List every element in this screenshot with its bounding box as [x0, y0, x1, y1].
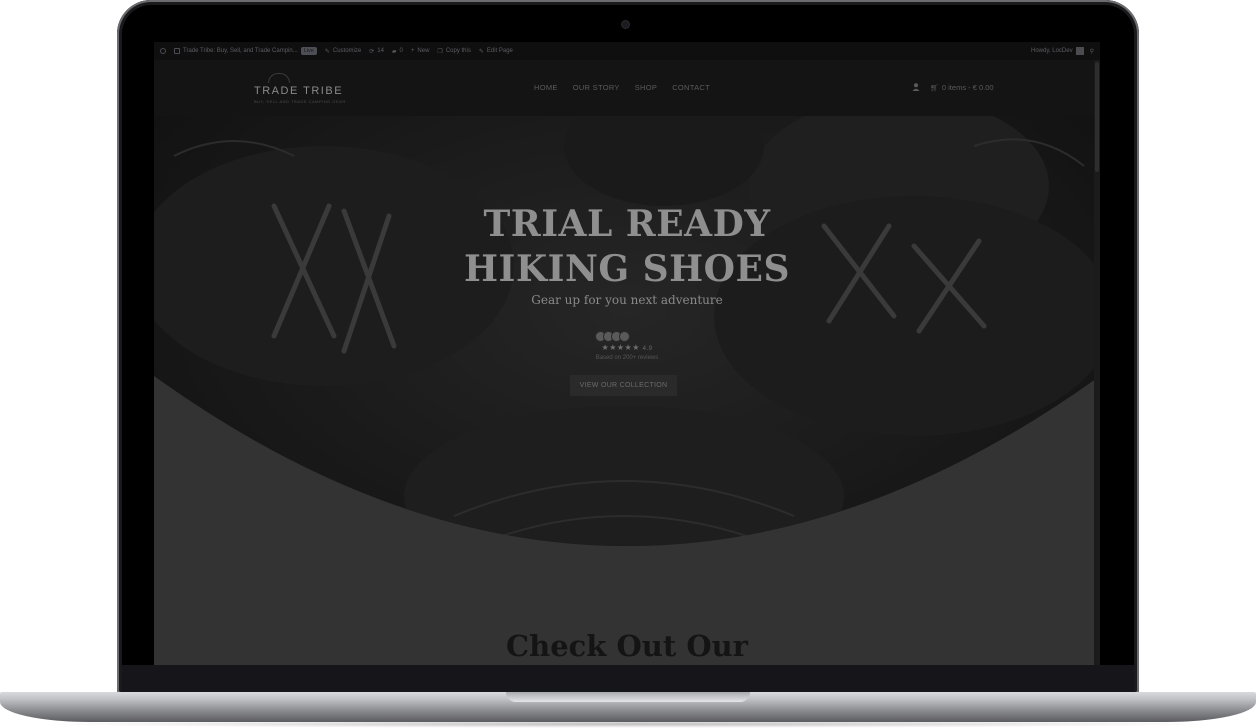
admin-site-link[interactable]: Trade Tribe: Buy, Sell, and Trade Campin…	[174, 47, 317, 55]
nav-item-our-story[interactable]: OUR STORY	[573, 83, 620, 92]
hero-subtitle: Gear up for you next adventure	[531, 293, 723, 307]
hero-title-line-2: HIKING SHOES	[464, 248, 790, 290]
live-badge: Live	[300, 47, 317, 55]
user-icon[interactable]	[912, 83, 920, 91]
reviews-count: Based on 200+ reviews	[595, 355, 659, 361]
admin-bar: Trade Tribe: Buy, Sell, and Trade Campin…	[154, 42, 1100, 60]
comment-icon: ▰	[391, 48, 397, 55]
brush-icon: ✎	[324, 48, 330, 55]
avatar	[1075, 47, 1084, 55]
nav-item-contact[interactable]: CONTACT	[672, 83, 710, 92]
site-header: TRADE TRIBE BUY, SELL AND TRADE CAMPING …	[154, 60, 1100, 116]
copy-this-link[interactable]: ❐ Copy this	[437, 48, 470, 55]
comments-count: 0	[399, 48, 403, 54]
account-menu[interactable]: Howdy, LocDev	[1031, 47, 1084, 55]
site-logo[interactable]: TRADE TRIBE	[254, 85, 343, 97]
nav-item-shop[interactable]: SHOP	[635, 83, 657, 92]
view-collection-button[interactable]: VIEW OUR COLLECTION	[570, 375, 677, 396]
site-tagline: BUY, SELL AND TRADE CAMPING GEAR	[254, 99, 346, 104]
main-nav: HOME OUR STORY SHOP CONTACT	[534, 83, 710, 92]
plus-icon: +	[410, 48, 415, 54]
scrollbar-thumb[interactable]	[1095, 62, 1099, 172]
cart-summary: 0 items - € 0.00	[941, 83, 994, 92]
updates-count: 14	[377, 48, 384, 54]
page-scrollbar[interactable]	[1094, 60, 1100, 665]
nav-item-home[interactable]: HOME	[534, 83, 558, 92]
howdy-label: Howdy, LocDev	[1031, 48, 1073, 54]
home-icon	[174, 48, 180, 54]
search-icon[interactable]: ⚲	[1090, 48, 1094, 55]
copy-this-label: Copy this	[445, 48, 471, 54]
refresh-icon: ⟳	[369, 48, 375, 55]
camera-icon	[622, 21, 629, 28]
customize-link[interactable]: ✎ Customize	[325, 48, 361, 55]
logo-mark-icon	[268, 73, 290, 83]
admin-site-name: Trade Tribe: Buy, Sell, and Trade Campin…	[183, 48, 298, 54]
section-title: Check Out Our	[506, 629, 748, 663]
updates-link[interactable]: ⟳ 14	[369, 48, 384, 55]
hero-title-line-1: TRIAL READY	[483, 203, 771, 245]
copy-icon: ❐	[437, 48, 443, 55]
new-label: New	[417, 48, 430, 54]
rating-value: 4.9	[642, 346, 653, 352]
laptop-chin	[122, 665, 1134, 692]
star-rating-icon: ★★★★★	[601, 343, 640, 352]
new-link[interactable]: + New	[411, 48, 430, 54]
wordpress-logo-icon[interactable]	[160, 48, 166, 54]
reviewer-avatars	[595, 331, 630, 342]
cart-icon: 🛒︎	[930, 84, 939, 92]
rating-row: ★★★★★ 4.9	[154, 343, 1100, 352]
comments-link[interactable]: ▰ 0	[392, 48, 403, 55]
hero-section: TRIAL READY HIKING SHOES Gear up for you…	[154, 116, 1100, 665]
customize-label: Customize	[332, 48, 362, 54]
avatar	[619, 331, 630, 342]
cart-link[interactable]: 🛒︎ 0 items - € 0.00	[930, 83, 994, 92]
pencil-icon: ✎	[478, 48, 484, 55]
edit-page-label: Edit Page	[486, 48, 513, 54]
laptop-notch	[506, 692, 750, 702]
edit-page-link[interactable]: ✎ Edit Page	[479, 48, 513, 55]
browser-screen: Trade Tribe: Buy, Sell, and Trade Campin…	[154, 42, 1100, 665]
hero-title: TRIAL READY HIKING SHOES	[154, 202, 1100, 292]
